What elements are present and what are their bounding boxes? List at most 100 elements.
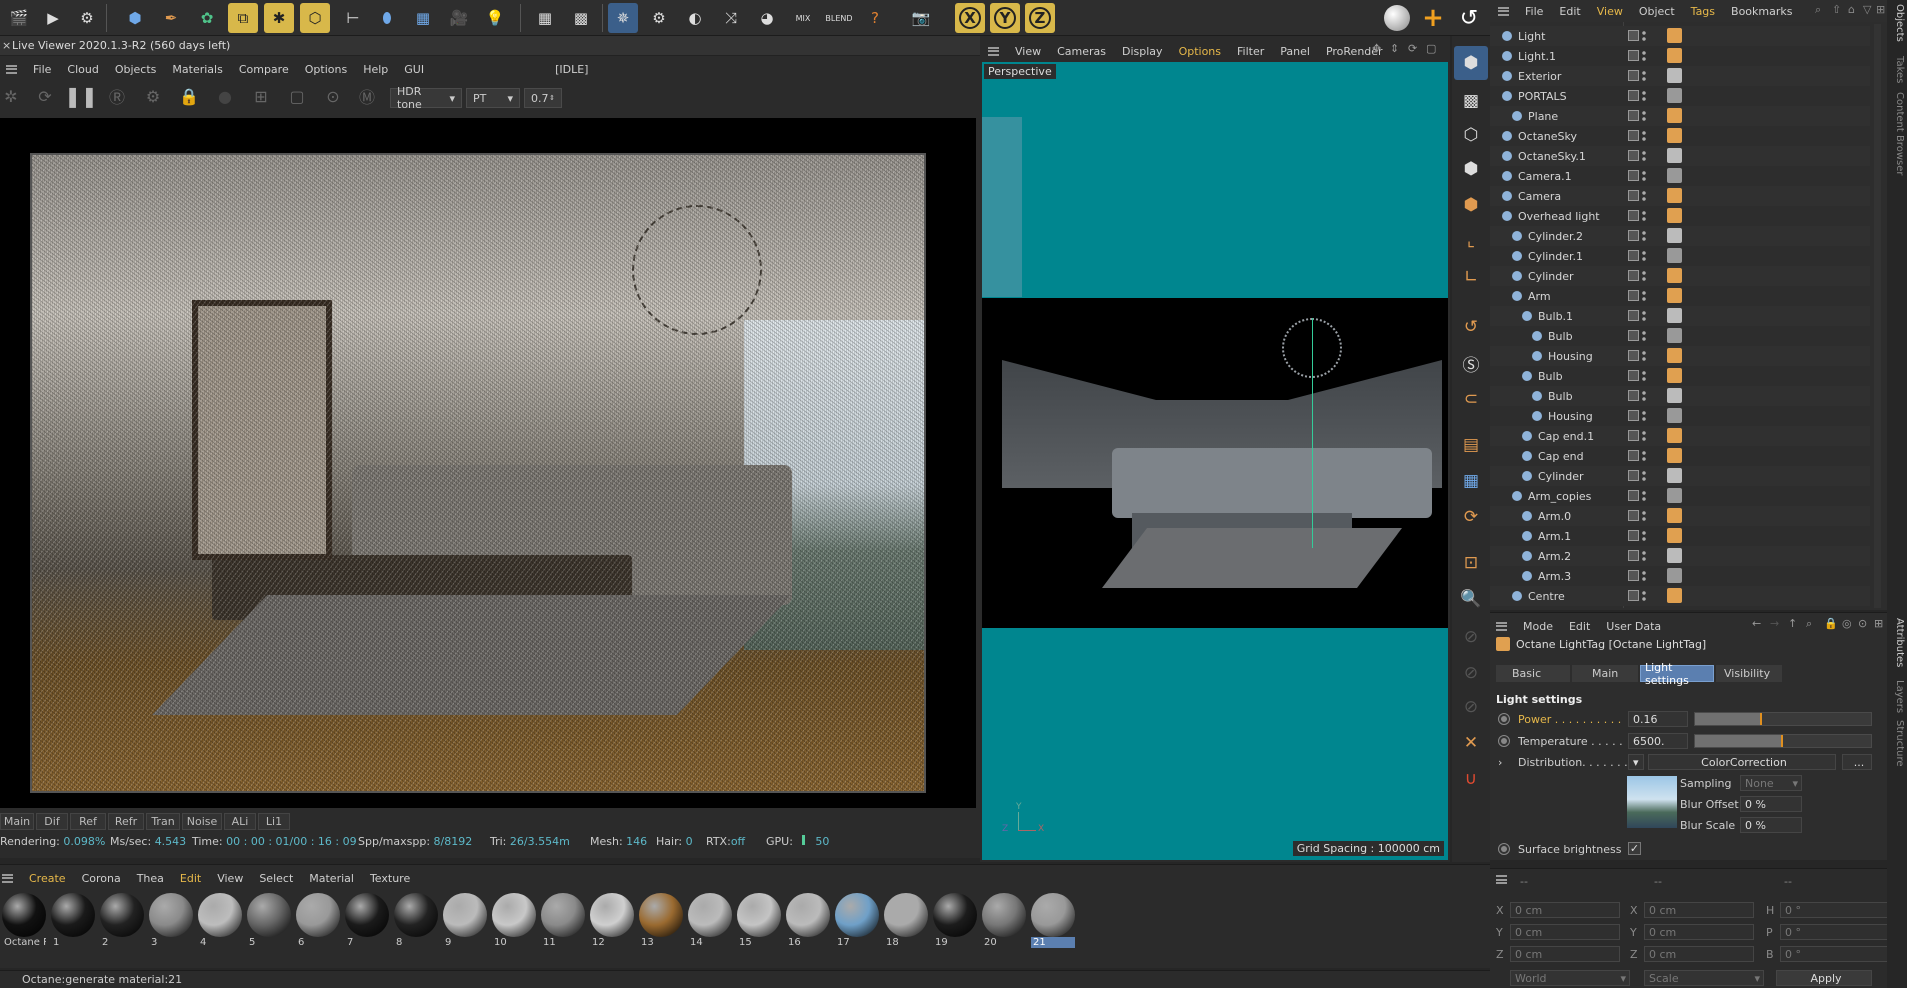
octane-icon[interactable]: ✵ bbox=[608, 3, 638, 33]
gear-icon[interactable]: ✲ bbox=[0, 85, 22, 107]
side-tab-objects[interactable]: Objects bbox=[1894, 4, 1905, 42]
object-row[interactable]: Exterior bbox=[1490, 66, 1870, 86]
menu-hamburger-icon[interactable] bbox=[1498, 6, 1509, 16]
material-swatch[interactable]: 10 bbox=[492, 893, 536, 948]
visibility-dots-icon[interactable] bbox=[1642, 550, 1646, 562]
vp-menu-view[interactable]: View bbox=[1015, 45, 1041, 58]
object-row[interactable]: Bulb.1 bbox=[1490, 306, 1870, 326]
object-tag-icon[interactable] bbox=[1667, 68, 1682, 83]
dim-tool-3-icon[interactable]: ⊘ bbox=[1454, 690, 1488, 724]
filter-icon[interactable]: ▽ bbox=[1863, 3, 1871, 16]
menu-edit[interactable]: Edit bbox=[1559, 5, 1580, 18]
render-region-icon[interactable]: 🎬 bbox=[4, 3, 34, 33]
refresh-icon[interactable]: ⟳ bbox=[34, 85, 56, 107]
visibility-dots-icon[interactable] bbox=[1642, 150, 1646, 162]
side-tab-content-browser[interactable]: Content Browser bbox=[1894, 92, 1905, 175]
object-tag-icon[interactable] bbox=[1667, 328, 1682, 343]
world-select[interactable]: World ▾ bbox=[1510, 970, 1630, 986]
coord-value-input[interactable]: 0 cm bbox=[1644, 902, 1754, 918]
exposure-input[interactable]: 0.7 ⇕ bbox=[524, 88, 562, 108]
lock-icon[interactable]: 🔒 bbox=[178, 85, 200, 107]
object-tag-icon[interactable] bbox=[1667, 208, 1682, 223]
visibility-dots-icon[interactable] bbox=[1642, 330, 1646, 342]
soft-selection-icon[interactable]: Ⓢ bbox=[1454, 346, 1488, 380]
object-row[interactable]: Light.1 bbox=[1490, 46, 1870, 66]
object-row[interactable]: Bulb bbox=[1490, 366, 1870, 386]
material-swatch[interactable]: 11 bbox=[541, 893, 585, 948]
object-row[interactable]: Plane bbox=[1490, 106, 1870, 126]
layer-toggle-icon[interactable] bbox=[1628, 270, 1639, 281]
menu-hamburger-icon[interactable] bbox=[2, 873, 13, 883]
deformer-icon[interactable]: ⧉ bbox=[228, 3, 258, 33]
mat-menu-edit[interactable]: Edit bbox=[180, 872, 201, 885]
visibility-dots-icon[interactable] bbox=[1642, 570, 1646, 582]
material-swatch[interactable]: 3 bbox=[149, 893, 193, 948]
vp-menu-display[interactable]: Display bbox=[1122, 45, 1163, 58]
object-tag-icon[interactable] bbox=[1667, 588, 1682, 603]
tweak-icon[interactable]: ↺ bbox=[1454, 310, 1488, 344]
object-row[interactable]: OctaneSky.1 bbox=[1490, 146, 1870, 166]
object-row[interactable]: Cylinder bbox=[1490, 266, 1870, 286]
pass-tab-ali[interactable]: ALi bbox=[224, 813, 256, 830]
focus-icon[interactable]: ⊙ bbox=[322, 85, 344, 107]
lv-menu-compare[interactable]: Compare bbox=[239, 63, 289, 76]
mat-menu-texture[interactable]: Texture bbox=[370, 872, 410, 885]
expand-icon[interactable]: ⊞ bbox=[1876, 3, 1885, 16]
tone-select[interactable]: HDR tone ▾ bbox=[390, 85, 462, 111]
material-swatch[interactable]: 5 bbox=[247, 893, 291, 948]
menu-hamburger-icon[interactable] bbox=[6, 64, 17, 74]
mat-menu-corona[interactable]: Corona bbox=[82, 872, 121, 885]
points-mode-icon[interactable]: ⬡ bbox=[1454, 118, 1488, 152]
coord-value-input[interactable]: 0 cm bbox=[1510, 902, 1620, 918]
side-tab-layers[interactable]: Layers bbox=[1894, 680, 1905, 713]
lv-menu-help[interactable]: Help bbox=[363, 63, 388, 76]
pause-icon[interactable]: ❚❚ bbox=[64, 84, 98, 108]
settings-icon[interactable]: ⊙ bbox=[1858, 617, 1867, 630]
object-row[interactable]: Cylinder.2 bbox=[1490, 226, 1870, 246]
object-tag-icon[interactable] bbox=[1667, 568, 1682, 583]
object-row[interactable]: Overhead light bbox=[1490, 206, 1870, 226]
coord-value-input[interactable]: 0 cm bbox=[1510, 924, 1620, 940]
lock-icon[interactable]: 🔒 bbox=[1824, 617, 1838, 630]
visibility-dots-icon[interactable] bbox=[1642, 370, 1646, 382]
material-swatch[interactable]: 2 bbox=[100, 893, 144, 948]
power-slider[interactable] bbox=[1694, 712, 1872, 726]
object-row[interactable]: Arm.1 bbox=[1490, 526, 1870, 546]
tab-basic[interactable]: Basic bbox=[1496, 665, 1570, 682]
layer-toggle-icon[interactable] bbox=[1628, 150, 1639, 161]
object-tag-icon[interactable] bbox=[1667, 28, 1682, 43]
material-swatch[interactable]: 4 bbox=[198, 893, 242, 948]
visibility-dots-icon[interactable] bbox=[1642, 430, 1646, 442]
checker-icon[interactable]: ▩ bbox=[566, 3, 596, 33]
texture-mode-icon[interactable]: ▩ bbox=[1454, 84, 1488, 118]
y-axis-toggle[interactable]: Y bbox=[990, 3, 1020, 33]
om-scrollbar[interactable] bbox=[1874, 24, 1881, 608]
object-tag-icon[interactable] bbox=[1667, 408, 1682, 423]
pass-tab-refr[interactable]: Refr bbox=[108, 813, 144, 830]
add-icon[interactable]: + bbox=[1418, 3, 1448, 33]
object-tag-icon[interactable] bbox=[1667, 288, 1682, 303]
object-row[interactable]: Arm.2 bbox=[1490, 546, 1870, 566]
pass-tab-main[interactable]: Main bbox=[0, 813, 34, 830]
object-row[interactable]: Arm bbox=[1490, 286, 1870, 306]
search-icon[interactable]: ⌕ bbox=[1815, 3, 1821, 17]
menu-hamburger-icon[interactable] bbox=[1496, 875, 1507, 884]
blur-scale-input[interactable]: 0 % bbox=[1740, 817, 1802, 833]
layer-toggle-icon[interactable] bbox=[1628, 570, 1639, 581]
object-row[interactable]: Cylinder bbox=[1490, 466, 1870, 486]
object-row[interactable]: Camera.1 bbox=[1490, 166, 1870, 186]
move-view-icon[interactable]: ✥ bbox=[1372, 42, 1381, 55]
object-tag-icon[interactable] bbox=[1667, 368, 1682, 383]
edges-mode-icon[interactable]: ⬢ bbox=[1454, 152, 1488, 186]
object-tag-icon[interactable] bbox=[1667, 548, 1682, 563]
vp-menu-filter[interactable]: Filter bbox=[1237, 45, 1264, 58]
object-tag-icon[interactable] bbox=[1667, 268, 1682, 283]
object-row[interactable]: Centre bbox=[1490, 586, 1870, 606]
lv-menu-materials[interactable]: Materials bbox=[172, 63, 222, 76]
object-tag-icon[interactable] bbox=[1667, 348, 1682, 363]
material-swatch[interactable]: 13 bbox=[639, 893, 683, 948]
object-tag-icon[interactable] bbox=[1667, 88, 1682, 103]
object-tag-icon[interactable] bbox=[1667, 108, 1682, 123]
distribution-expand-icon[interactable]: › bbox=[1498, 752, 1502, 772]
material-swatch[interactable]: 15 bbox=[737, 893, 781, 948]
